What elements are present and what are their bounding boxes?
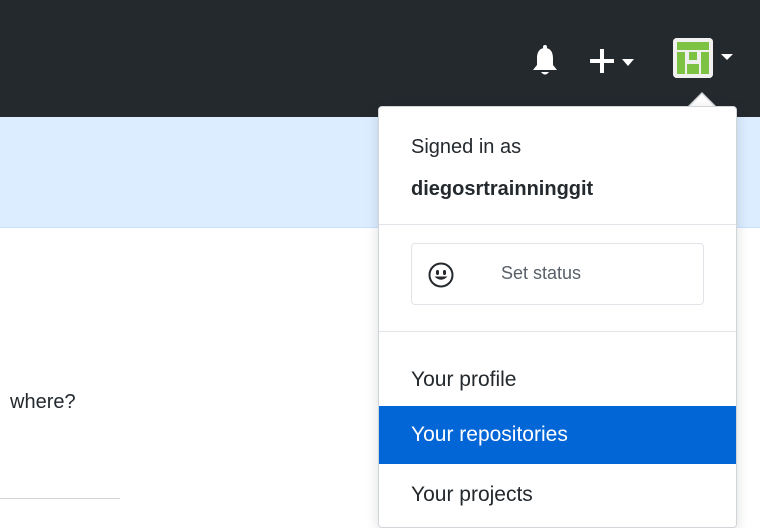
identicon-avatar [673,38,713,78]
username: diegosrtrainninggit [411,178,594,200]
chevron-down-icon[interactable] [720,52,734,62]
set-status-button[interactable]: Set status [411,243,704,305]
menu-divider [379,224,736,225]
divider [0,498,120,499]
avatar[interactable] [673,38,713,78]
page-partial-text: where? [10,391,76,413]
user-dropdown-menu: Signed in as diegosrtrainninggit Set sta… [378,106,737,528]
menu-item-your-projects[interactable]: Your projects [379,466,736,524]
signed-in-label: Signed in as [411,136,522,158]
plus-icon[interactable] [588,44,636,78]
top-navigation-bar [0,0,760,117]
smiley-icon [428,262,454,288]
bell-icon[interactable] [530,45,560,79]
menu-divider [379,331,736,332]
menu-item-your-profile[interactable]: Your profile [379,351,736,409]
set-status-label: Set status [501,263,582,283]
menu-item-your-repositories[interactable]: Your repositories [379,406,736,464]
